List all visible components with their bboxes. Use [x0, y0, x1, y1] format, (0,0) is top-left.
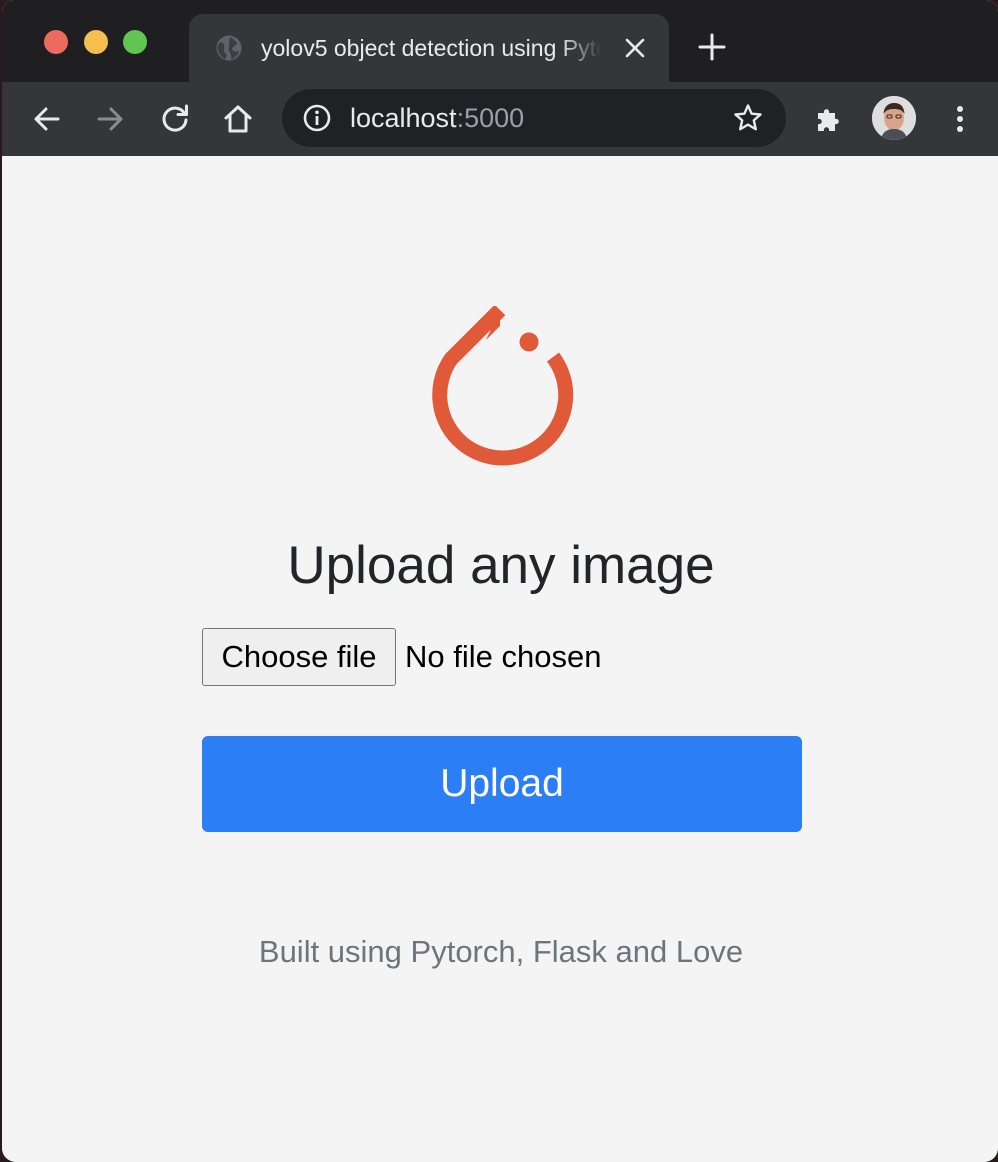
close-window-button[interactable]: [44, 30, 68, 54]
footer-text: Built using Pytorch, Flask and Love: [258, 934, 744, 969]
globe-icon: [216, 35, 242, 61]
info-icon[interactable]: [302, 103, 332, 133]
kebab-menu-icon[interactable]: [942, 101, 978, 137]
minimize-window-button[interactable]: [84, 30, 108, 54]
url-text: localhost:5000: [350, 102, 524, 134]
arrow-left-icon[interactable]: [29, 101, 65, 137]
url-host: localhost: [350, 103, 457, 133]
url-port: :5000: [456, 103, 525, 133]
close-icon[interactable]: [623, 36, 647, 60]
home-icon[interactable]: [220, 101, 256, 137]
file-status-text: No file chosen: [405, 639, 602, 674]
puzzle-icon[interactable]: [812, 101, 848, 137]
tab-strip: yolov5 object detection using Pytorch: [2, 0, 998, 82]
browser-tab[interactable]: yolov5 object detection using Pytorch: [189, 14, 669, 82]
tab-title: yolov5 object detection using Pytorch: [261, 35, 601, 61]
arrow-right-icon[interactable]: [92, 101, 128, 137]
plus-icon[interactable]: [695, 30, 729, 64]
page-content: Upload any image Choose file No file cho…: [2, 156, 998, 1162]
star-icon[interactable]: [732, 102, 764, 134]
maximize-window-button[interactable]: [123, 30, 147, 54]
browser-window: yolov5 object detection using Pytorch: [2, 0, 998, 1162]
reload-icon[interactable]: [157, 101, 193, 137]
upload-button[interactable]: Upload: [202, 736, 802, 832]
avatar[interactable]: [872, 96, 916, 140]
address-bar[interactable]: localhost:5000: [282, 89, 786, 147]
browser-toolbar: localhost:5000: [2, 82, 998, 156]
choose-file-button[interactable]: Choose file: [202, 628, 396, 686]
pytorch-logo: [432, 306, 574, 466]
profile-photo-icon: [872, 96, 916, 140]
page-title: Upload any image: [287, 536, 715, 595]
